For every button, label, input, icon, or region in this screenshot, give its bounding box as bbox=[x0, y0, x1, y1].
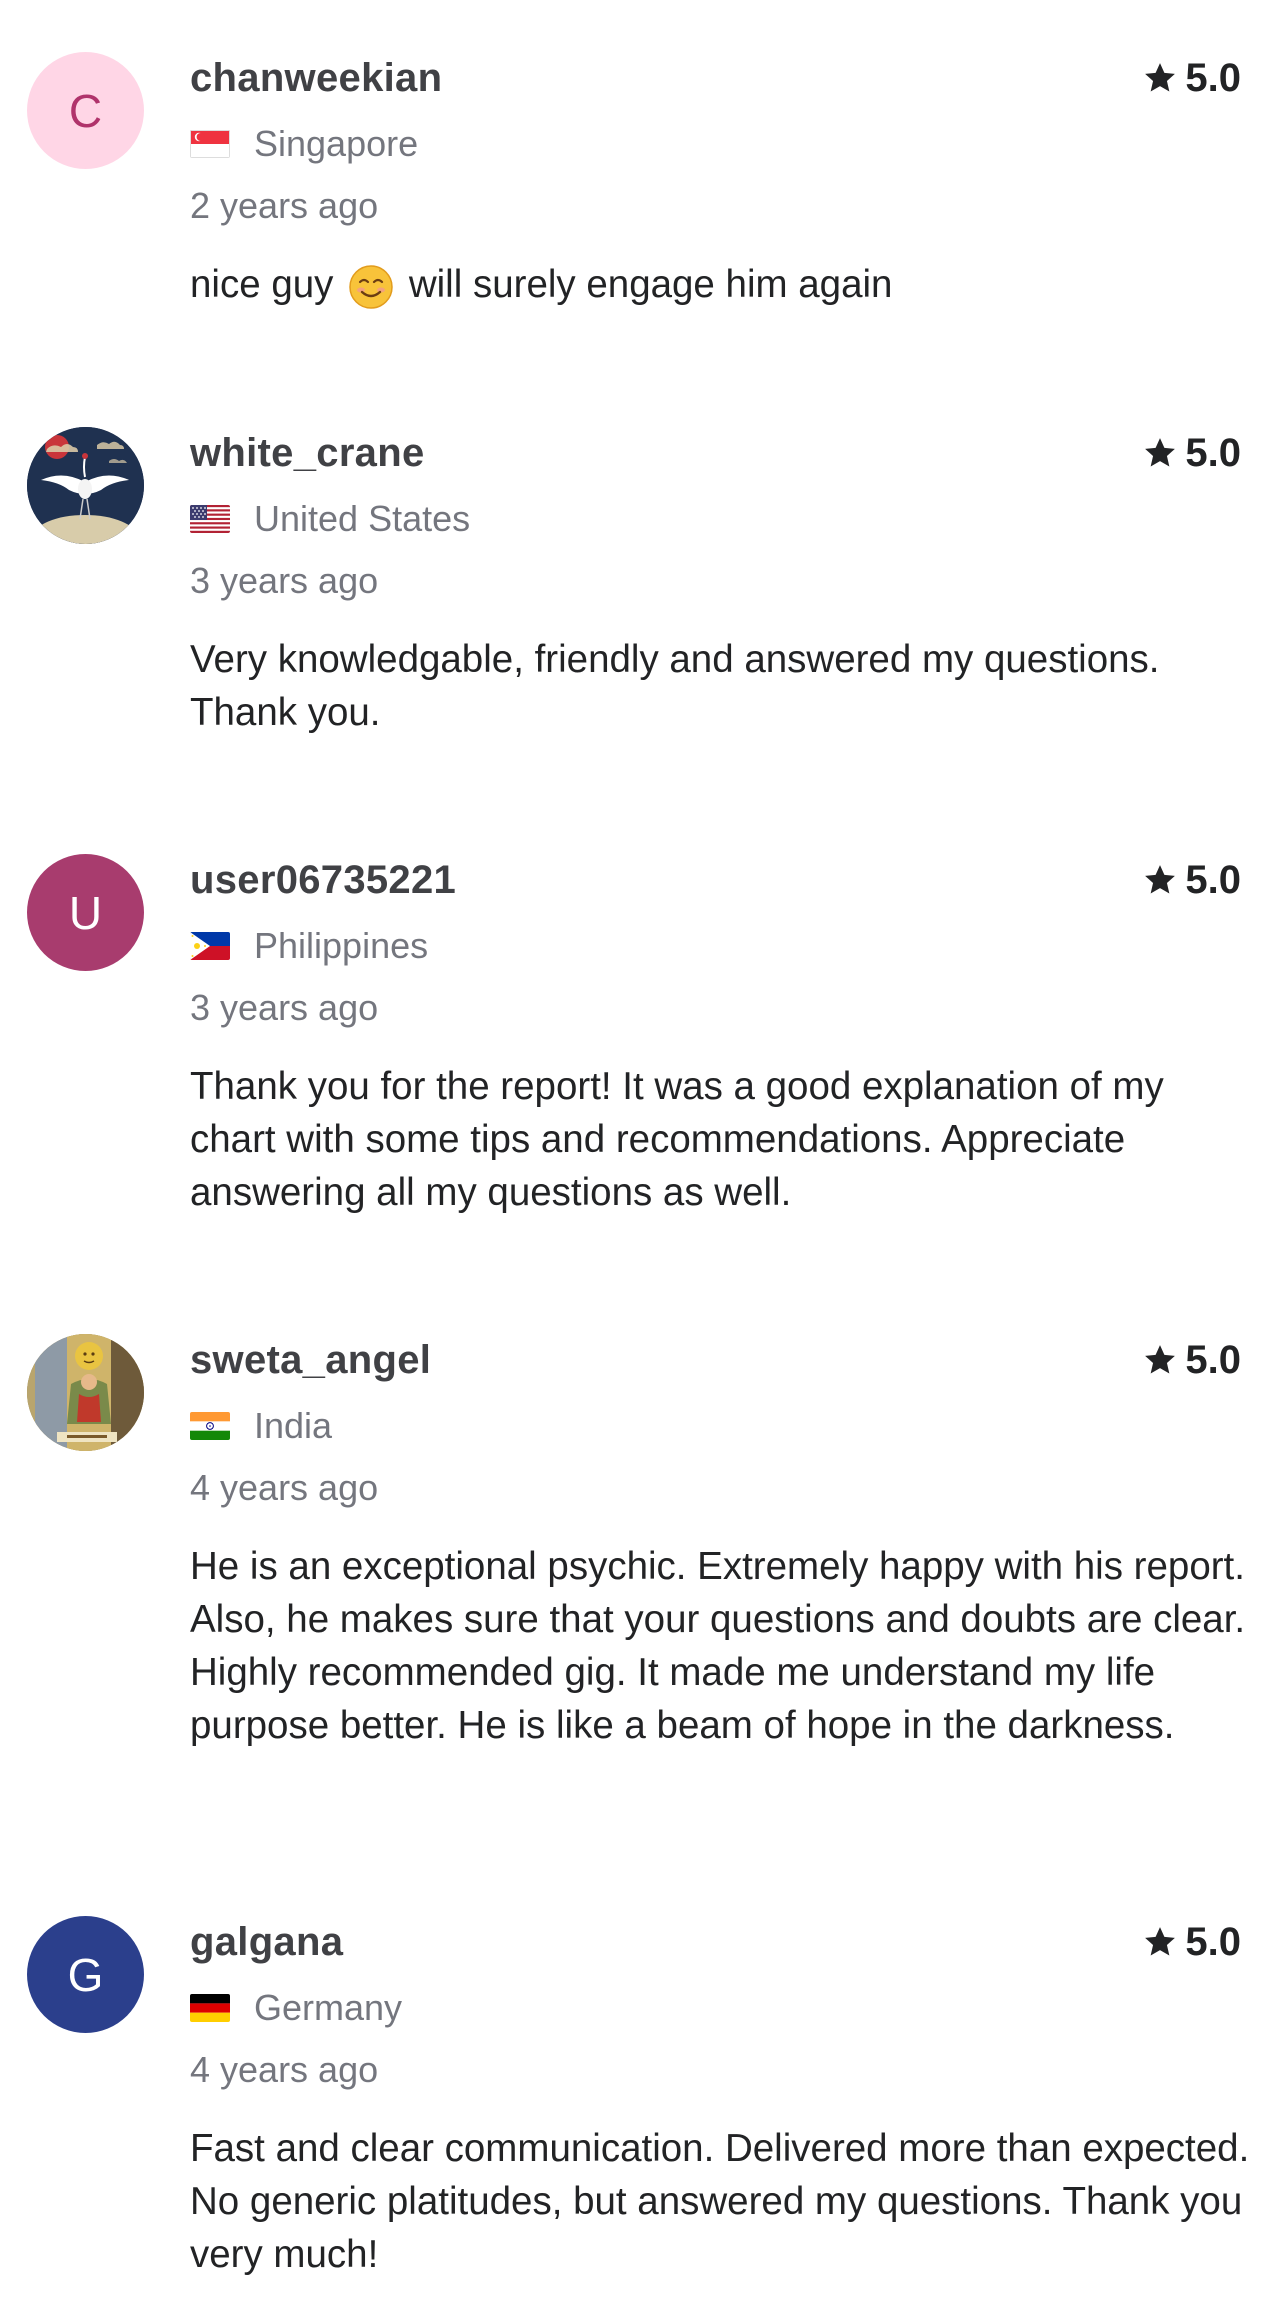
reviewer-country: India bbox=[190, 1404, 332, 1448]
country-name: United States bbox=[254, 498, 471, 539]
review-time: 2 years ago bbox=[190, 185, 379, 226]
avatar[interactable]: G bbox=[27, 1916, 144, 2033]
avatar[interactable] bbox=[27, 427, 144, 544]
flag-india-icon bbox=[190, 1412, 230, 1440]
crane-illustration-avatar bbox=[27, 427, 144, 544]
review-text: Very knowledgable, friendly and answered… bbox=[190, 638, 1160, 734]
avatar-initial: G bbox=[67, 1948, 104, 2001]
rating: 5.0 bbox=[1143, 856, 1241, 904]
flag-germany-icon bbox=[190, 1994, 230, 2022]
reviewer-username[interactable]: chanweekian bbox=[190, 54, 442, 102]
avatar[interactable] bbox=[27, 1334, 144, 1451]
country-name: Philippines bbox=[254, 925, 429, 966]
reviews-list: C chanweekian 5.0 Singapore 2 years ago … bbox=[0, 0, 1287, 2323]
smiling-face-emoji bbox=[349, 265, 393, 309]
review-text-part: nice guy bbox=[190, 263, 334, 306]
reviewer-username[interactable]: user06735221 bbox=[190, 856, 456, 904]
reviewer-country: Germany bbox=[190, 1986, 402, 2030]
rating-value: 5.0 bbox=[1185, 858, 1241, 902]
review-text: nice guy will surely engage him again bbox=[190, 258, 1250, 311]
reviewer-country: Philippines bbox=[190, 924, 428, 968]
review-text: Thank you for the report! It was a good … bbox=[190, 1065, 1164, 1214]
rating: 5.0 bbox=[1143, 1336, 1241, 1384]
reviewer-country: Singapore bbox=[190, 122, 418, 166]
star-icon bbox=[1145, 1345, 1176, 1374]
rating: 5.0 bbox=[1143, 429, 1241, 477]
flag-united-states-icon bbox=[190, 505, 230, 533]
rating-value: 5.0 bbox=[1185, 1338, 1241, 1382]
review-text-part: will surely engage him again bbox=[408, 263, 893, 306]
country-name: Germany bbox=[254, 1987, 403, 2028]
avatar[interactable]: C bbox=[27, 52, 144, 169]
star-icon bbox=[1145, 865, 1176, 894]
reviewer-username[interactable]: white_crane bbox=[190, 429, 425, 477]
review-time: 4 years ago bbox=[190, 2049, 379, 2090]
avatar-initial: U bbox=[68, 886, 103, 939]
avatar[interactable]: U bbox=[27, 854, 144, 971]
review-time: 3 years ago bbox=[190, 987, 379, 1028]
flag-philippines-icon bbox=[190, 932, 230, 960]
country-name: India bbox=[254, 1405, 333, 1446]
rating: 5.0 bbox=[1143, 1918, 1241, 1966]
rating-value: 5.0 bbox=[1185, 56, 1241, 100]
star-icon bbox=[1145, 63, 1176, 92]
star-icon bbox=[1145, 1927, 1176, 1956]
review-text: Fast and clear communication. Delivered … bbox=[190, 2127, 1250, 2276]
reviewer-username[interactable]: sweta_angel bbox=[190, 1336, 431, 1384]
flag-singapore-icon bbox=[190, 130, 230, 158]
star-icon bbox=[1145, 438, 1176, 467]
review-time: 3 years ago bbox=[190, 560, 379, 601]
reviewer-country: United States bbox=[190, 497, 470, 541]
review-time: 4 years ago bbox=[190, 1467, 379, 1508]
rating-value: 5.0 bbox=[1185, 431, 1241, 475]
tarot-sun-card-avatar bbox=[27, 1334, 144, 1451]
avatar-initial: C bbox=[68, 84, 103, 137]
country-name: Singapore bbox=[254, 123, 419, 164]
review-text: He is an exceptional psychic. Extremely … bbox=[190, 1545, 1246, 1747]
rating: 5.0 bbox=[1143, 54, 1241, 102]
rating-value: 5.0 bbox=[1185, 1920, 1241, 1964]
reviewer-username[interactable]: galgana bbox=[190, 1918, 343, 1966]
